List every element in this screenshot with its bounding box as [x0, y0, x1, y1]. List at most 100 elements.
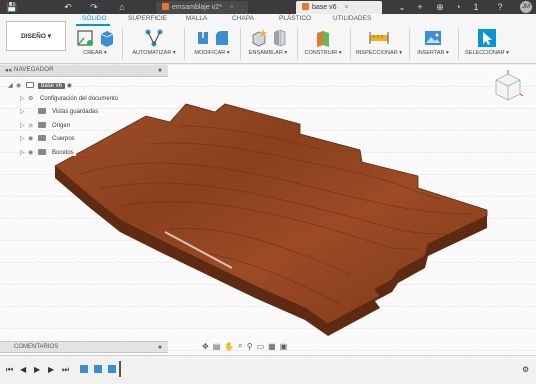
pan-icon[interactable]: ✋	[224, 342, 234, 351]
tree-item-bodies[interactable]: ▷ ◉ Cuerpos	[20, 133, 77, 145]
close-icon[interactable]: ×	[345, 4, 349, 11]
group-insert[interactable]: INSERTAR ▾	[412, 26, 454, 62]
next-frame-icon[interactable]: ▶	[48, 365, 54, 374]
tree-item-document-settings[interactable]: ▷ ⚙ Configuración del documento	[20, 93, 121, 105]
automate-icon[interactable]	[143, 28, 165, 48]
separator	[458, 28, 459, 60]
separator	[350, 28, 351, 60]
timeline-feature-icon[interactable]	[108, 365, 116, 373]
document-icon	[26, 82, 34, 88]
hidden-eye-icon[interactable]: ◉	[28, 120, 38, 132]
pin-icon[interactable]: ●	[154, 342, 166, 354]
new-sketch-icon[interactable]	[75, 28, 95, 48]
new-component-icon[interactable]	[250, 28, 268, 48]
joint-icon[interactable]	[271, 28, 287, 48]
tree-root[interactable]: ◢ ◉ base v6 ◉	[8, 80, 72, 92]
tree-item-origin[interactable]: ▷ ◉ Origen	[20, 120, 73, 132]
home-icon[interactable]: ⌂	[116, 1, 128, 13]
chevron-down-icon[interactable]: ◢	[8, 80, 16, 92]
separator	[240, 28, 241, 60]
tree-item-saved-views[interactable]: ▷ Vistas guardadas	[20, 106, 101, 118]
collapse-icon[interactable]: ◂◂	[2, 65, 14, 77]
grid-settings-icon[interactable]: ▦	[268, 342, 276, 351]
tree-item-sketches[interactable]: ▷ ◉ Bocetos	[20, 147, 76, 159]
comments-panel[interactable]: COMENTARIOS ●	[0, 341, 168, 353]
clock-icon[interactable]: ◔	[452, 1, 464, 13]
separator	[184, 28, 185, 60]
chevron-right-icon[interactable]: ▷	[20, 147, 28, 159]
visibility-icon[interactable]: ◉	[28, 147, 38, 159]
group-automate[interactable]: AUTOMATIZAR ▾	[128, 26, 180, 62]
tab-mesh[interactable]: MALLA	[186, 15, 207, 22]
pin-icon[interactable]: ●	[154, 65, 166, 77]
group-construct[interactable]: CONSTRUIR ▾	[300, 26, 346, 62]
visibility-icon[interactable]: ◉	[16, 80, 26, 92]
play-icon[interactable]: ▶	[34, 365, 40, 374]
timeline-sketch-icon[interactable]	[80, 365, 88, 373]
folder-icon	[38, 108, 46, 114]
radio-icon[interactable]: ◉	[67, 83, 72, 89]
component-icon	[302, 3, 309, 10]
redo-icon[interactable]: ↷	[88, 1, 100, 13]
view-cube[interactable]	[492, 70, 524, 104]
extensions-icon[interactable]: ⊕	[434, 1, 446, 13]
insert-image-icon[interactable]	[423, 28, 443, 48]
tab-assembly[interactable]: emsamblaje v2* ×	[156, 1, 248, 14]
navigation-toolbar: ✥ ▤ ✋ ⌕ ⚲ ▭ ▦ ▣	[202, 339, 336, 353]
group-modify[interactable]: MODIFICAR ▾	[188, 26, 236, 62]
notification-icon[interactable]: 1	[470, 1, 482, 13]
title-bar: 💾 ↶ ↷ ⌂ emsamblaje v2* × base v6 × ⌄ + ⊕ ◔…	[0, 0, 536, 14]
chevron-right-icon[interactable]: ▷	[20, 133, 28, 145]
zoom-window-icon[interactable]: ⌕	[238, 341, 242, 351]
group-inspect[interactable]: INSPECCIONAR ▾	[353, 26, 405, 62]
offset-plane-icon[interactable]	[313, 28, 333, 48]
extrude-icon[interactable]	[98, 28, 116, 48]
close-icon[interactable]: ×	[230, 4, 234, 11]
tab-sheet-metal[interactable]: CHAPA	[232, 15, 254, 22]
separator	[122, 28, 123, 60]
avatar[interactable]: JM	[520, 1, 532, 13]
separator	[297, 28, 298, 60]
select-icon[interactable]	[477, 28, 497, 48]
timeline-settings-icon[interactable]: ⚙	[522, 365, 529, 374]
ribbon: DISEÑO ▾ SÓLIDO SUPERFICIE MALLA CHAPA P…	[0, 14, 536, 64]
folder-icon	[38, 135, 46, 141]
save-icon[interactable]: 💾	[6, 1, 18, 13]
gear-icon: ⚙	[28, 96, 34, 102]
undo-icon[interactable]: ↶	[62, 1, 74, 13]
viewports-icon[interactable]: ▣	[280, 342, 288, 351]
plus-icon[interactable]: +	[414, 1, 426, 13]
visibility-icon[interactable]: ◉	[28, 133, 38, 145]
component-icon	[162, 3, 169, 10]
timeline-marker[interactable]	[119, 361, 121, 377]
last-frame-icon[interactable]: ⏭	[62, 365, 69, 375]
chevron-down-icon[interactable]: ⌄	[396, 1, 408, 13]
timeline: ⏮ ◀ ▶ ▶ ⏭ ⚙	[0, 355, 536, 384]
orbit-icon[interactable]: ✥	[202, 342, 209, 351]
timeline-extrude-icon[interactable]	[94, 365, 102, 373]
previous-frame-icon[interactable]: ◀	[20, 365, 26, 374]
tab-base[interactable]: base v6 ×	[296, 1, 382, 14]
first-frame-icon[interactable]: ⏮	[6, 365, 13, 375]
display-settings-icon[interactable]: ▭	[257, 342, 265, 351]
group-select[interactable]: SELECCIONAR ▾	[460, 26, 514, 62]
chevron-right-icon[interactable]: ▷	[20, 106, 28, 118]
tab-utilities[interactable]: UTILIDADES	[333, 15, 371, 22]
zoom-icon[interactable]: ⚲	[247, 342, 253, 351]
tab-surface[interactable]: SUPERFICIE	[128, 15, 167, 22]
look-at-icon[interactable]: ▤	[213, 342, 221, 351]
press-pull-icon[interactable]	[195, 28, 211, 48]
browser-header: ◂◂ NAVEGADOR ●	[0, 65, 168, 77]
measure-icon[interactable]	[368, 28, 390, 48]
group-create[interactable]: CREAR ▾	[72, 26, 118, 62]
workspace-button[interactable]: DISEÑO ▾	[6, 21, 66, 51]
tab-solid[interactable]: SÓLIDO	[82, 15, 107, 22]
chevron-right-icon[interactable]: ▷	[20, 120, 28, 132]
group-assemble[interactable]: ENSAMBLAR ▾	[243, 26, 293, 62]
folder-icon	[38, 122, 46, 128]
separator	[409, 28, 410, 60]
help-icon[interactable]: ?	[494, 1, 506, 13]
chevron-right-icon[interactable]: ▷	[20, 93, 28, 105]
tab-plastic[interactable]: PLÁSTICO	[279, 15, 311, 22]
fillet-icon[interactable]	[214, 28, 230, 48]
